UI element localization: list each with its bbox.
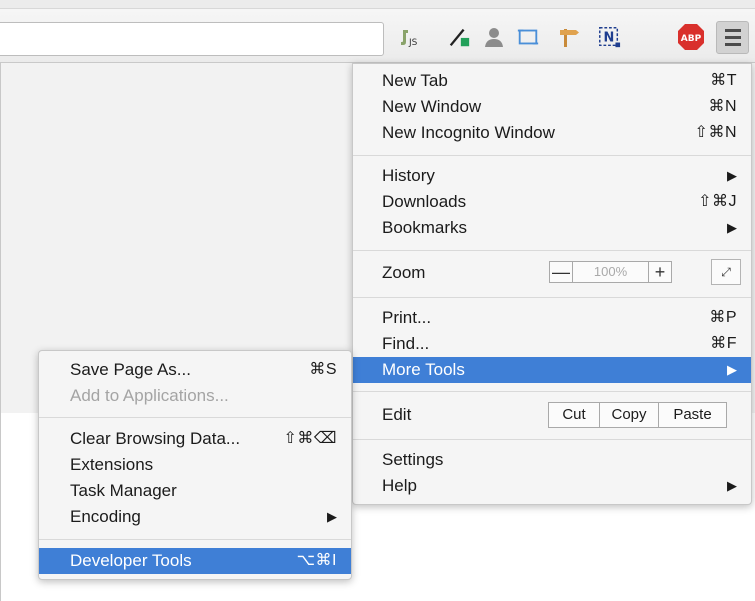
adblock-plus-icon[interactable]: ABP [676, 24, 706, 50]
eyedropper-icon[interactable] [447, 25, 471, 49]
menu-item-encoding[interactable]: Encoding ▶ [39, 504, 351, 530]
submenu-arrow-icon: ▶ [327, 509, 337, 524]
signpost-icon[interactable] [557, 25, 581, 49]
submenu-arrow-icon: ▶ [727, 362, 737, 377]
menu-item-new-window[interactable]: New Window ⌘N [353, 94, 751, 120]
hamburger-menu-icon[interactable] [716, 21, 749, 54]
menu-divider [39, 539, 351, 540]
zoom-control: — 100% + [549, 261, 672, 283]
shortcut-text: ⌘T [710, 72, 737, 89]
menu-item-more-tools[interactable]: More Tools ▶ [353, 357, 751, 383]
menu-item-label: Developer Tools [70, 551, 192, 570]
zoom-level: 100% [572, 262, 649, 282]
menu-divider [353, 439, 751, 440]
menu-item-label: New Window [382, 97, 482, 116]
svg-text:N: N [603, 31, 614, 46]
menu-item-label: New Tab [382, 71, 448, 90]
menu-item-label: Task Manager [70, 481, 177, 500]
menu-item-label: Downloads [382, 192, 467, 211]
menu-item-task-manager[interactable]: Task Manager [39, 478, 351, 504]
menu-item-label: Encoding [70, 507, 141, 526]
browser-main-menu: New Tab ⌘T New Window ⌘N New Incognito W… [352, 63, 752, 505]
window-left-border [0, 62, 1, 601]
window-top-edge [0, 0, 755, 9]
menu-item-label: Help [382, 476, 417, 495]
menu-item-label: Bookmarks [382, 218, 468, 237]
shortcut-text: ⌘S [309, 361, 337, 378]
menu-item-label: Add to Applications... [70, 386, 229, 405]
n-selection-icon[interactable]: N [597, 25, 621, 49]
edit-button-group: Cut Copy Paste [548, 402, 727, 428]
menu-item-label: Zoom [382, 263, 426, 282]
menu-item-new-incognito-window[interactable]: New Incognito Window ⇧⌘N [353, 120, 751, 146]
menu-divider [353, 297, 751, 298]
menu-item-extensions[interactable]: Extensions [39, 452, 351, 478]
menu-item-downloads[interactable]: Downloads ⇧⌘J [353, 189, 751, 215]
menu-item-developer-tools[interactable]: Developer Tools ⌥⌘I [39, 548, 351, 574]
menu-divider [353, 250, 751, 251]
svg-text:JS: JS [408, 38, 418, 48]
menu-item-print[interactable]: Print... ⌘P [353, 305, 751, 331]
menu-item-label: Edit [382, 405, 412, 424]
menu-item-help[interactable]: Help ▶ [353, 473, 751, 499]
menu-item-label: Clear Browsing Data... [70, 429, 241, 448]
shortcut-text: ⇧⌘⌫ [283, 430, 337, 447]
menu-item-label: Settings [382, 450, 444, 469]
shortcut-text: ⌘P [709, 309, 737, 326]
menu-item-add-to-applications: Add to Applications... [39, 383, 351, 409]
menu-item-label: New Incognito Window [382, 123, 555, 142]
shortcut-text: ⌥⌘I [296, 552, 337, 569]
person-icon[interactable] [482, 25, 506, 49]
fullscreen-button[interactable]: ⤢ [711, 259, 741, 285]
submenu-arrow-icon: ▶ [727, 168, 737, 183]
shortcut-text: ⌘N [708, 98, 737, 115]
cut-button[interactable]: Cut [549, 403, 600, 427]
js-extension-icon[interactable]: JS [397, 25, 421, 49]
menu-item-zoom: Zoom — 100% + ⤢ [353, 256, 751, 290]
menu-item-clear-browsing-data[interactable]: Clear Browsing Data... ⇧⌘⌫ [39, 426, 351, 452]
fullscreen-icon: ⤢ [721, 265, 731, 279]
address-bar[interactable] [0, 22, 384, 56]
menu-item-label: Extensions [70, 455, 154, 474]
menu-divider [39, 417, 351, 418]
shortcut-text: ⇧⌘J [698, 193, 737, 210]
menu-item-label: More Tools [382, 360, 465, 379]
menu-item-history[interactable]: History ▶ [353, 163, 751, 189]
zoom-in-button[interactable]: + [649, 262, 671, 282]
submenu-arrow-icon: ▶ [727, 220, 737, 235]
menu-divider [353, 391, 751, 392]
menu-item-new-tab[interactable]: New Tab ⌘T [353, 68, 751, 94]
zoom-out-button[interactable]: — [550, 262, 572, 282]
menu-item-label: Save Page As... [70, 360, 191, 379]
menu-item-label: History [382, 166, 435, 185]
submenu-arrow-icon: ▶ [727, 478, 737, 493]
shortcut-text: ⌘F [710, 335, 737, 352]
shortcut-text: ⇧⌘N [694, 124, 737, 141]
menu-item-bookmarks[interactable]: Bookmarks ▶ [353, 215, 751, 241]
browser-toolbar [0, 9, 755, 63]
menu-item-settings[interactable]: Settings [353, 447, 751, 473]
menu-divider [353, 155, 751, 156]
copy-button[interactable]: Copy [600, 403, 659, 427]
menu-item-label: Print... [382, 308, 432, 327]
paste-button[interactable]: Paste [659, 403, 726, 427]
more-tools-submenu: Save Page As... ⌘S Add to Applications..… [38, 350, 352, 580]
menu-item-edit: Edit Cut Copy Paste [353, 397, 751, 433]
svg-text:ABP: ABP [681, 34, 702, 44]
menu-item-find[interactable]: Find... ⌘F [353, 331, 751, 357]
menu-item-label: Find... [382, 334, 430, 353]
menu-item-save-page-as[interactable]: Save Page As... ⌘S [39, 357, 351, 383]
screen-capture-icon[interactable] [516, 25, 540, 49]
